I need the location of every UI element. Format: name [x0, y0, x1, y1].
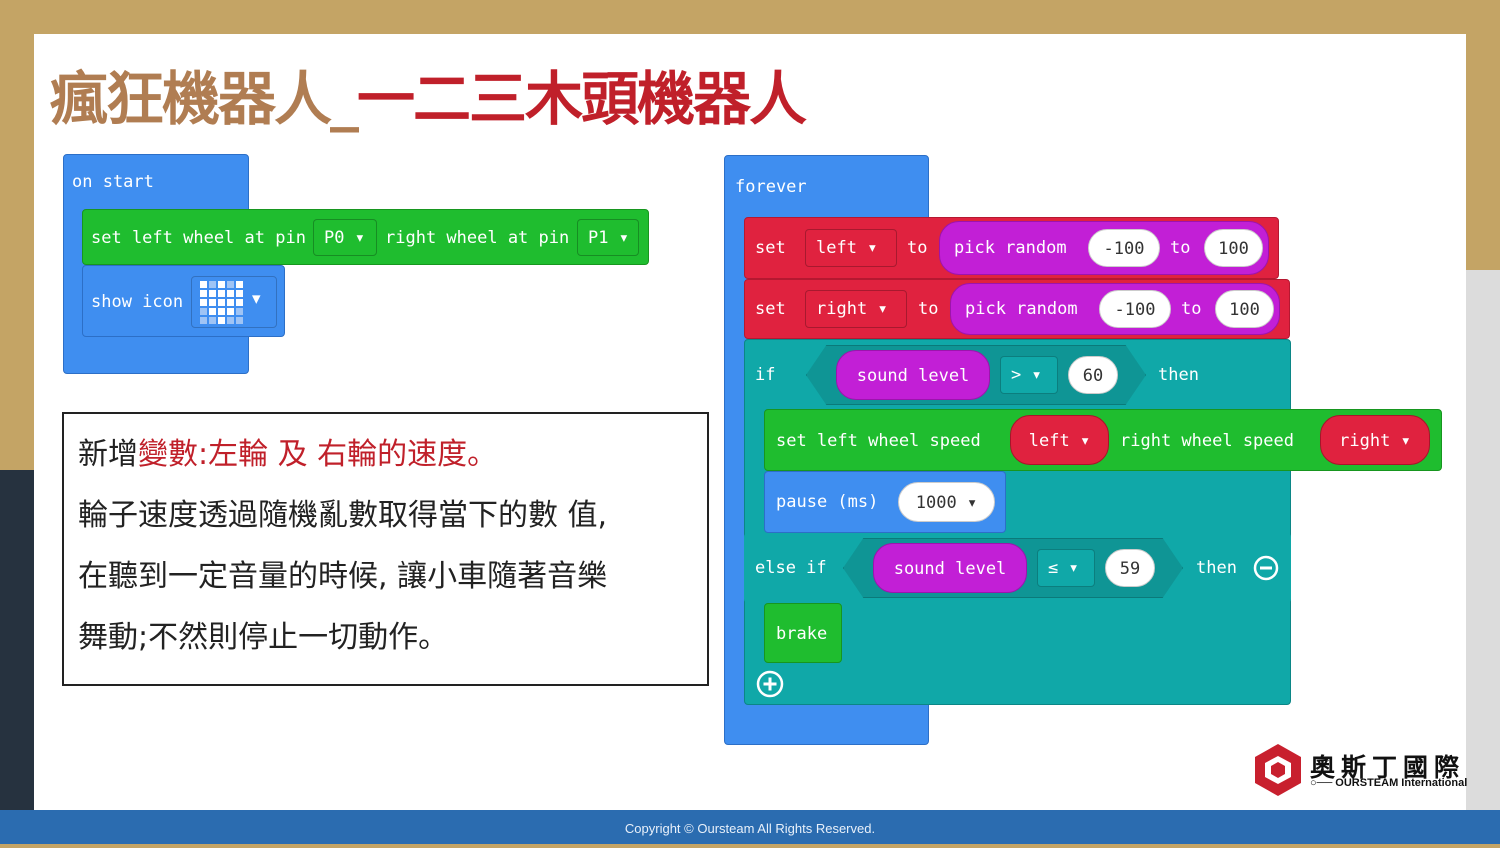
right-var-reporter[interactable]: right ▾	[1320, 415, 1430, 465]
op-le-dropdown[interactable]: ≤ ▾	[1037, 549, 1095, 587]
note-line-4: 舞動;不然則停止一切動作。	[78, 620, 449, 655]
random-max-left-input[interactable]: 100	[1204, 229, 1263, 267]
else-if-then-label: then	[1196, 558, 1237, 578]
set-right-set-label: set	[755, 299, 786, 319]
set-left-to-label: to	[907, 238, 928, 258]
pause-label: pause (ms)	[776, 492, 879, 512]
var-left-value: left	[816, 238, 857, 258]
note-line1-prefix: 新增	[78, 437, 138, 472]
sound-level-reporter-2[interactable]: sound level	[873, 543, 1027, 593]
description-box: 新增變數:左輪 及 右輪的速度。 輪子速度透過隨機亂數取得當下的數 值, 在聽到…	[62, 412, 709, 686]
chevron-down-icon: ▾	[354, 228, 365, 248]
note-line-1: 新增變數:左輪 及 右輪的速度。	[78, 424, 693, 485]
show-icon-label: show icon	[91, 292, 184, 312]
right-speed-label: right wheel speed	[1120, 431, 1294, 451]
random-to-right-label: to	[1181, 299, 1202, 319]
left-var-value: left	[1028, 431, 1070, 451]
random-min-right-input[interactable]: -100	[1099, 290, 1171, 328]
set-right-to-label: to	[918, 299, 939, 319]
chevron-down-icon: ▾	[252, 289, 261, 309]
forever-label: forever	[735, 177, 807, 197]
plus-circle-icon[interactable]	[755, 669, 785, 699]
random-max-right-input[interactable]: 100	[1215, 290, 1274, 328]
set-left-speed-label: set left wheel speed	[776, 431, 981, 451]
chevron-down-icon: ▾	[1031, 365, 1042, 385]
oursteam-logo-icon	[1255, 744, 1301, 796]
pin-left-value: P0	[324, 228, 345, 248]
else-if-label: else if	[755, 558, 827, 578]
note-line1-highlight: 變數:左輪 及 右輪的速度。	[138, 437, 498, 472]
var-right-value: right	[816, 299, 868, 319]
if-label: if	[755, 365, 776, 385]
if-then-label: then	[1158, 365, 1199, 385]
random-to-label: to	[1170, 238, 1191, 258]
sound-level-reporter[interactable]: sound level	[836, 350, 990, 400]
footer-copyright: Copyright © Oursteam All Rights Reserved…	[0, 810, 1500, 844]
title-part2: 一二三木頭機器人	[357, 65, 807, 133]
set-left-set-label: set	[755, 238, 786, 258]
background-right-band	[1460, 270, 1500, 844]
pick-random-label: pick random	[954, 238, 1067, 258]
chevron-down-icon: ▾	[966, 493, 978, 513]
set-left-wheel-label: set left wheel at pin	[91, 228, 306, 248]
threshold-59-input[interactable]: 59	[1105, 549, 1155, 587]
logo-subtitle: ○── OURSTEAM International	[1310, 777, 1468, 789]
pin-right-dropdown[interactable]: P1 ▾	[577, 219, 639, 256]
right-wheel-pin-label: right wheel at pin	[385, 228, 570, 248]
chevron-down-icon: ▾	[1068, 558, 1079, 578]
pause-ms-dropdown[interactable]: 1000 ▾	[898, 482, 995, 522]
random-min-left-input[interactable]: -100	[1088, 229, 1160, 267]
minus-circle-icon[interactable]	[1252, 554, 1280, 582]
pause-ms-value: 1000	[915, 493, 957, 513]
threshold-60-input[interactable]: 60	[1068, 356, 1118, 394]
pin-left-dropdown[interactable]: P0 ▾	[313, 219, 377, 256]
chevron-down-icon: ▾	[1400, 431, 1411, 451]
op-gt-value: >	[1011, 365, 1022, 385]
slide-title: 瘋狂機器人_一二三木頭機器人	[50, 52, 807, 136]
op-gt-dropdown[interactable]: > ▾	[1000, 356, 1058, 394]
chevron-down-icon: ▾	[618, 228, 629, 248]
var-right-dropdown[interactable]: right ▾	[805, 290, 907, 328]
right-var-value: right	[1339, 431, 1391, 451]
icon-dropdown[interactable]: ▾	[191, 276, 277, 328]
left-var-reporter[interactable]: left ▾	[1010, 415, 1109, 465]
note-line-3: 在聽到一定音量的時候, 讓小車隨著音樂	[78, 559, 608, 594]
brake-label: brake	[776, 624, 828, 644]
var-left-dropdown[interactable]: left ▾	[805, 229, 897, 267]
chevron-down-icon: ▾	[867, 238, 878, 258]
op-le-value: ≤	[1048, 558, 1059, 578]
sound-level-label: sound level	[856, 366, 970, 386]
pin-right-value: P1	[588, 228, 609, 248]
note-line-2: 輪子速度透過隨機亂數取得當下的數 值,	[78, 498, 608, 533]
title-part1: 瘋狂機器人_	[50, 65, 359, 133]
chevron-down-icon: ▾	[1079, 431, 1091, 451]
sound-level-label-2: sound level	[893, 559, 1007, 579]
chevron-down-icon: ▾	[877, 299, 888, 319]
pick-random-right-label: pick random	[965, 299, 1078, 319]
heart-icon	[200, 281, 243, 324]
on-start-label: on start	[72, 172, 154, 192]
